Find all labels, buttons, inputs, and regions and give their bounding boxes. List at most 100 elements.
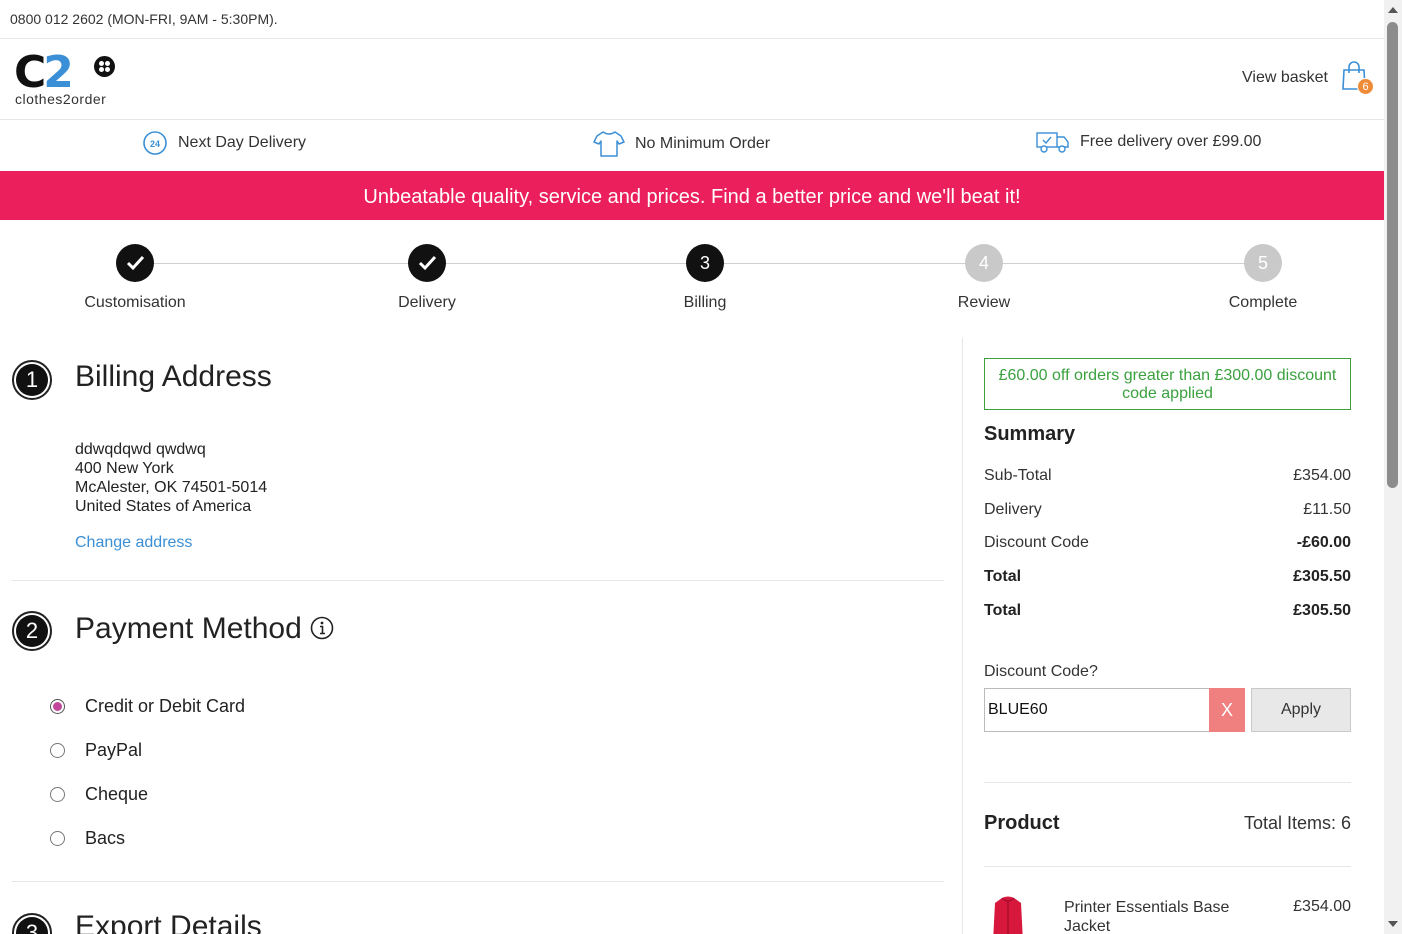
delivery-truck-icon (1036, 132, 1069, 153)
checkout-progress: Customisation Delivery 3 Billing 4 Revie… (0, 220, 1384, 330)
radio-button[interactable] (50, 787, 65, 802)
section-number-export: 3 (12, 913, 52, 934)
payment-option-cheque[interactable]: Cheque (50, 784, 148, 805)
phone-number: 0800 012 2602 (MON-FRI, 9AM - 5:30PM). (10, 11, 278, 27)
row-value: £305.50 (1293, 568, 1351, 585)
payment-option-paypal[interactable]: PayPal (50, 740, 142, 761)
billing-address-block: ddwqdqwd qwdwq 400 New York McAlester, O… (75, 440, 267, 516)
row-label: Sub-Total (984, 467, 1052, 484)
step-delivery[interactable]: Delivery (357, 244, 497, 312)
usp-free-delivery-label: Free delivery over £99.00 (1080, 133, 1262, 150)
address-line: ddwqdqwd qwdwq (75, 441, 206, 458)
export-details-title: Export Details (75, 910, 262, 934)
step-customisation[interactable]: Customisation (65, 244, 205, 312)
c2o-logo[interactable]: C20 clothes2order (14, 47, 118, 109)
change-address-link[interactable]: Change address (75, 534, 192, 552)
logo-mark: C20 (14, 47, 74, 98)
row-value: -£60.00 (1296, 534, 1351, 551)
step-complete: 5 Complete (1193, 244, 1333, 312)
step-label: Complete (1228, 294, 1298, 311)
product-line-item[interactable]: Printer Essentials Base Jacket £354.00 (984, 894, 1351, 934)
scrollbar-thumb[interactable] (1387, 22, 1398, 488)
usp-next-day-label: Next Day Delivery (178, 134, 307, 151)
step-number: 4 (965, 244, 1003, 282)
row-label: Total (984, 568, 1022, 585)
red-jacket-thumbnail (993, 896, 1023, 934)
payment-option-card[interactable]: Credit or Debit Card (50, 696, 245, 717)
payment-option-bacs[interactable]: Bacs (50, 828, 125, 849)
product-name: Printer Essentials Base Jacket (1064, 899, 1230, 934)
view-basket-button[interactable]: View basket 6 (1242, 61, 1374, 95)
discount-row: Discount Code -£60.00 (984, 534, 1351, 552)
step-label: Delivery (398, 294, 456, 311)
step-label: Review (957, 294, 1011, 311)
clear-discount-button[interactable]: X (1209, 688, 1245, 732)
logo-tagline: clothes2order (15, 91, 107, 107)
delivery-row: Delivery £11.50 (984, 501, 1351, 519)
checkout-page: 0800 012 2602 (MON-FRI, 9AM - 5:30PM). C… (0, 0, 1384, 934)
total-items: Total Items: 6 (1243, 813, 1351, 833)
radio-button[interactable] (50, 699, 65, 714)
apply-discount-button[interactable]: Apply (1251, 688, 1351, 732)
row-value: £305.50 (1293, 602, 1351, 619)
payment-method-title: Payment Method (75, 612, 302, 645)
view-basket-label: View basket (1242, 69, 1328, 86)
row-label: Discount Code (984, 534, 1089, 551)
payment-option-label: Credit or Debit Card (85, 696, 246, 716)
info-icon[interactable] (310, 616, 334, 640)
order-summary-panel: £60.00 off orders greater than £300.00 d… (962, 338, 1384, 934)
payment-option-label: Bacs (85, 828, 126, 848)
section-divider (12, 580, 944, 581)
check-icon (116, 244, 154, 282)
usp-free-delivery: Free delivery over £99.00 (1036, 130, 1261, 154)
product-header: Product Total Items: 6 (984, 812, 1351, 835)
step-number: 3 (686, 244, 724, 282)
section-divider (12, 881, 944, 882)
shopping-bag-icon: 6 (1340, 61, 1374, 95)
step-number: 5 (1244, 244, 1282, 282)
section-number-payment: 2 (12, 611, 52, 651)
top-contact-bar: 0800 012 2602 (MON-FRI, 9AM - 5:30PM). (0, 0, 1384, 39)
section-number-billing: 1 (12, 360, 52, 400)
address-line: McAlester, OK 74501-5014 (75, 479, 268, 496)
discount-code-label: Discount Code? (984, 663, 1098, 680)
product-heading: Product (984, 812, 1060, 834)
step-billing: 3 Billing (635, 244, 775, 312)
basket-count-badge: 6 (1357, 78, 1374, 95)
billing-address-title: Billing Address (75, 360, 272, 393)
usp-strip: 24 Next Day Delivery No Minimum Order Fr… (0, 120, 1384, 171)
page-scrollbar[interactable] (1384, 0, 1402, 934)
price-promise-banner[interactable]: Unbeatable quality, service and prices. … (0, 171, 1384, 220)
address-line: 400 New York (75, 460, 174, 477)
product-price: £354.00 (1293, 898, 1351, 915)
radio-button[interactable] (50, 743, 65, 758)
logo-button-icon (94, 56, 115, 77)
tshirt-icon (593, 131, 625, 157)
subtotal-row: Sub-Total £354.00 (984, 467, 1351, 485)
payment-option-label: PayPal (85, 740, 143, 760)
radio-button[interactable] (50, 831, 65, 846)
discount-applied-notice: £60.00 off orders greater than £300.00 d… (984, 358, 1351, 410)
svg-text:24: 24 (150, 139, 160, 149)
scroll-down-arrow-icon[interactable] (1388, 921, 1398, 927)
step-label: Billing (683, 294, 727, 311)
check-icon (408, 244, 446, 282)
summary-divider (984, 866, 1351, 867)
total-row: Total £305.50 (984, 568, 1351, 586)
checkout-main: 1 Billing Address ddwqdqwd qwdwq 400 New… (12, 338, 944, 934)
scroll-up-arrow-icon[interactable] (1388, 7, 1398, 13)
24-hour-icon: 24 (143, 131, 167, 155)
step-label: Customisation (84, 294, 186, 311)
usp-next-day: 24 Next Day Delivery (142, 130, 306, 156)
step-review: 4 Review (914, 244, 1054, 312)
discount-code-input[interactable]: BLUE60 (984, 688, 1209, 732)
row-label: Total (984, 602, 1022, 619)
payment-option-label: Cheque (85, 784, 149, 804)
site-header: C20 clothes2order View basket 6 (0, 39, 1384, 120)
row-label: Delivery (984, 501, 1042, 518)
total-row: Total £305.50 (984, 602, 1351, 620)
row-value: £11.50 (1303, 501, 1351, 518)
summary-title: Summary (984, 423, 1076, 445)
address-line: United States of America (75, 498, 252, 515)
summary-divider (984, 782, 1351, 783)
